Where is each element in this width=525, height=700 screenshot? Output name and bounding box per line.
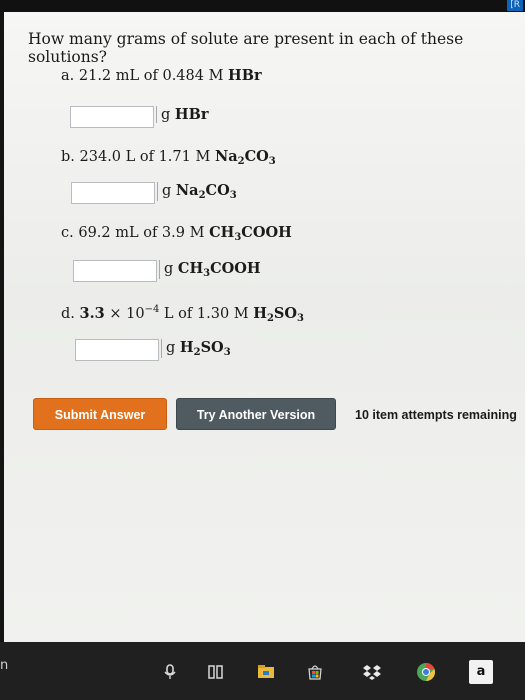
part-c-solute: CH3COOH: [209, 224, 292, 243]
try-another-version-button[interactable]: Try Another Version: [176, 398, 336, 430]
part-c-letter: c.: [61, 225, 74, 241]
part-c-answer-input[interactable]: [73, 260, 157, 282]
part-d-unit: g H2SO3: [161, 339, 231, 358]
part-d-prompt: d. 3.3 × 10−4 L of 1.30 M H2SO3: [61, 304, 304, 324]
part-a-prompt: a. 21.2 mL of 0.484 M HBr: [61, 67, 262, 84]
store-icon[interactable]: [305, 662, 325, 682]
screen: [R How many grams of solute are present …: [0, 0, 525, 700]
file-explorer-icon[interactable]: [256, 662, 276, 682]
part-c-text: 69.2 mL of 3.9 M: [78, 225, 205, 241]
part-b-text: 234.0 L of 1.71 M: [79, 149, 211, 165]
part-d-text: 3.3 × 10−4 L of 1.30 M: [79, 304, 249, 322]
question-page: How many grams of solute are present in …: [4, 12, 525, 642]
task-view-icon[interactable]: [206, 662, 226, 682]
part-d-answer-input[interactable]: [75, 339, 159, 361]
part-b-unit: g Na2CO3: [157, 182, 237, 201]
part-d-solute: H2SO3: [253, 305, 304, 324]
part-a-answer-input[interactable]: [70, 106, 154, 128]
part-b-prompt: b. 234.0 L of 1.71 M Na2CO3: [61, 148, 276, 167]
taskbar: n a: [0, 642, 525, 700]
dropbox-icon[interactable]: [362, 662, 382, 682]
attempts-remaining-text: 10 item attempts remaining: [355, 408, 517, 422]
part-b-letter: b.: [61, 149, 75, 165]
part-c-unit: g CH3COOH: [159, 260, 261, 279]
amazon-letter: a: [476, 664, 486, 679]
amazon-icon[interactable]: a: [469, 660, 493, 684]
submit-answer-button[interactable]: Submit Answer: [33, 398, 167, 430]
part-b-answer-input[interactable]: [71, 182, 155, 204]
part-d-letter: d.: [61, 306, 75, 322]
corner-badge: [R: [507, 0, 523, 11]
question-text: How many grams of solute are present in …: [28, 30, 464, 66]
taskbar-left-fragment: n: [0, 658, 9, 673]
microphone-icon[interactable]: [160, 662, 180, 682]
part-a-letter: a.: [61, 68, 75, 84]
top-bar: [R: [0, 0, 525, 12]
part-b-solute: Na2CO3: [214, 148, 276, 167]
part-a-solute: HBr: [228, 67, 262, 84]
chrome-icon[interactable]: [416, 662, 436, 682]
part-a-unit: g HBr: [156, 106, 209, 123]
part-c-prompt: c. 69.2 mL of 3.9 M CH3COOH: [61, 224, 292, 243]
part-a-text: 21.2 mL of 0.484 M: [78, 68, 224, 84]
